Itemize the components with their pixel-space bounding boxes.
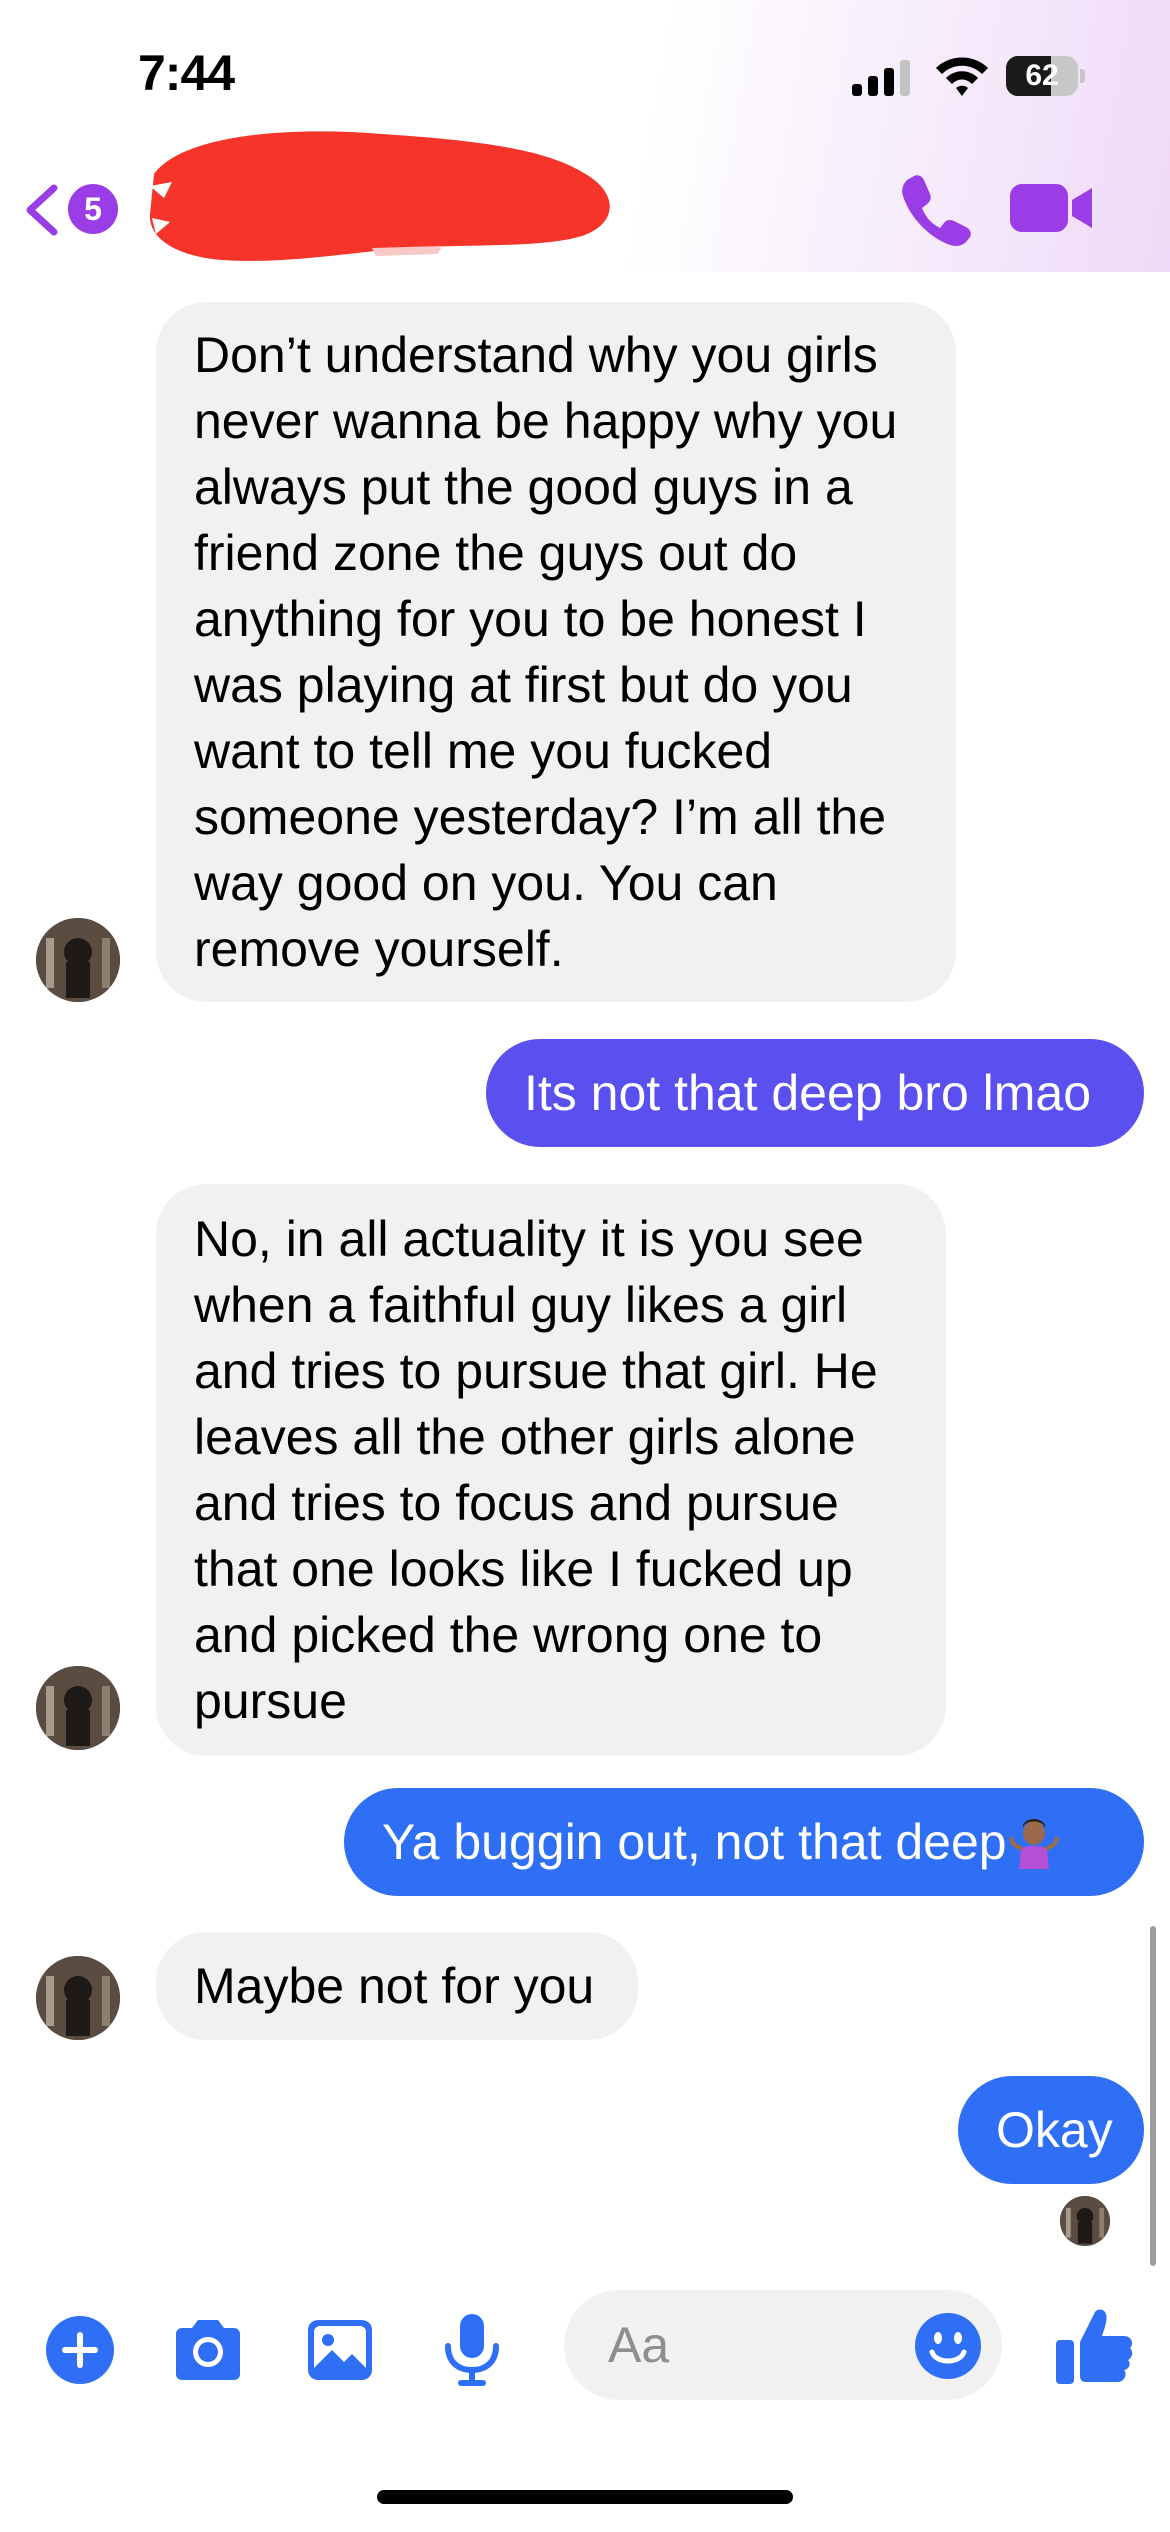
incoming-message[interactable]: Don’t understand why you girls never wan…: [156, 302, 956, 1002]
thumbs-up-icon[interactable]: [1048, 2300, 1138, 2390]
unread-count-badge: 5: [68, 184, 118, 234]
back-button[interactable]: 5: [22, 178, 132, 240]
message-line: never wanna be happy why you: [194, 393, 898, 449]
message-line: and tries to pursue that girl. He: [194, 1343, 878, 1399]
message-line: that one looks like I fucked up: [194, 1541, 853, 1597]
wifi-icon: [936, 57, 988, 96]
message-line: always put the good guys in a: [194, 459, 853, 515]
phone-call-icon[interactable]: [898, 170, 976, 248]
gallery-icon[interactable]: [300, 2310, 380, 2390]
avatar-photo: [36, 1666, 120, 1750]
message-line: remove yourself.: [194, 921, 564, 977]
message-line: want to tell me you fucked: [194, 723, 773, 779]
status-time: 7:44: [138, 45, 235, 101]
outgoing-message[interactable]: Ya buggin out, not that deep: [344, 1788, 1144, 1896]
message-line: when a faithful guy likes a girl: [194, 1277, 848, 1333]
message-line: anything for you to be honest I: [194, 591, 867, 647]
message-line: No, in all actuality it is you see: [194, 1211, 864, 1267]
message-line: pursue: [194, 1673, 347, 1729]
contact-avatar[interactable]: [36, 918, 120, 1002]
avatar-photo: [36, 918, 120, 1002]
cellular-signal-icon: [852, 60, 910, 96]
plus-icon[interactable]: [40, 2310, 120, 2390]
outgoing-message[interactable]: Okay: [958, 2076, 1144, 2184]
avatar-photo: [1060, 2196, 1110, 2246]
message-line: Maybe not for you: [194, 1958, 595, 2014]
home-indicator[interactable]: [377, 2490, 793, 2504]
message-line: was playing at first but do you: [194, 657, 853, 713]
contact-avatar[interactable]: [36, 1956, 120, 2040]
read-receipt-avatar: [1060, 2196, 1110, 2246]
message-line: someone yesterday? I’m all the: [194, 789, 887, 845]
contact-avatar[interactable]: [36, 1666, 120, 1750]
message-composer: [0, 2290, 1170, 2410]
video-call-icon[interactable]: [1010, 180, 1094, 236]
camera-icon[interactable]: [168, 2310, 248, 2390]
message-line: leaves all the other girls alone: [194, 1409, 856, 1465]
battery-indicator: 62: [1006, 56, 1085, 96]
incoming-message[interactable]: No, in all actuality it is you see when …: [156, 1184, 946, 1756]
microphone-icon[interactable]: [432, 2310, 512, 2390]
message-line: friend zone the guys out do: [194, 525, 798, 581]
scroll-indicator[interactable]: [1150, 1926, 1156, 2266]
message-line: and picked the wrong one to: [194, 1607, 823, 1663]
outgoing-message[interactable]: Its not that deep bro lmao: [486, 1039, 1144, 1147]
message-text: Ya buggin out, not that deep: [382, 1814, 1007, 1870]
incoming-message[interactable]: Maybe not for you: [156, 1932, 638, 2040]
person-shrugging-emoji: [1008, 1819, 1059, 1869]
battery-level: 62: [1025, 59, 1059, 92]
message-input-container[interactable]: [564, 2290, 1002, 2400]
message-input[interactable]: [608, 2290, 908, 2400]
message-line: way good on you. You can: [194, 855, 778, 911]
message-line: Don’t understand why you girls: [194, 327, 878, 383]
emoji-icon[interactable]: [912, 2310, 984, 2382]
chevron-left-icon: [26, 184, 58, 236]
status-bar: 7:44 62: [0, 0, 1170, 150]
message-line: and tries to focus and pursue: [194, 1475, 839, 1531]
avatar-photo: [36, 1956, 120, 2040]
